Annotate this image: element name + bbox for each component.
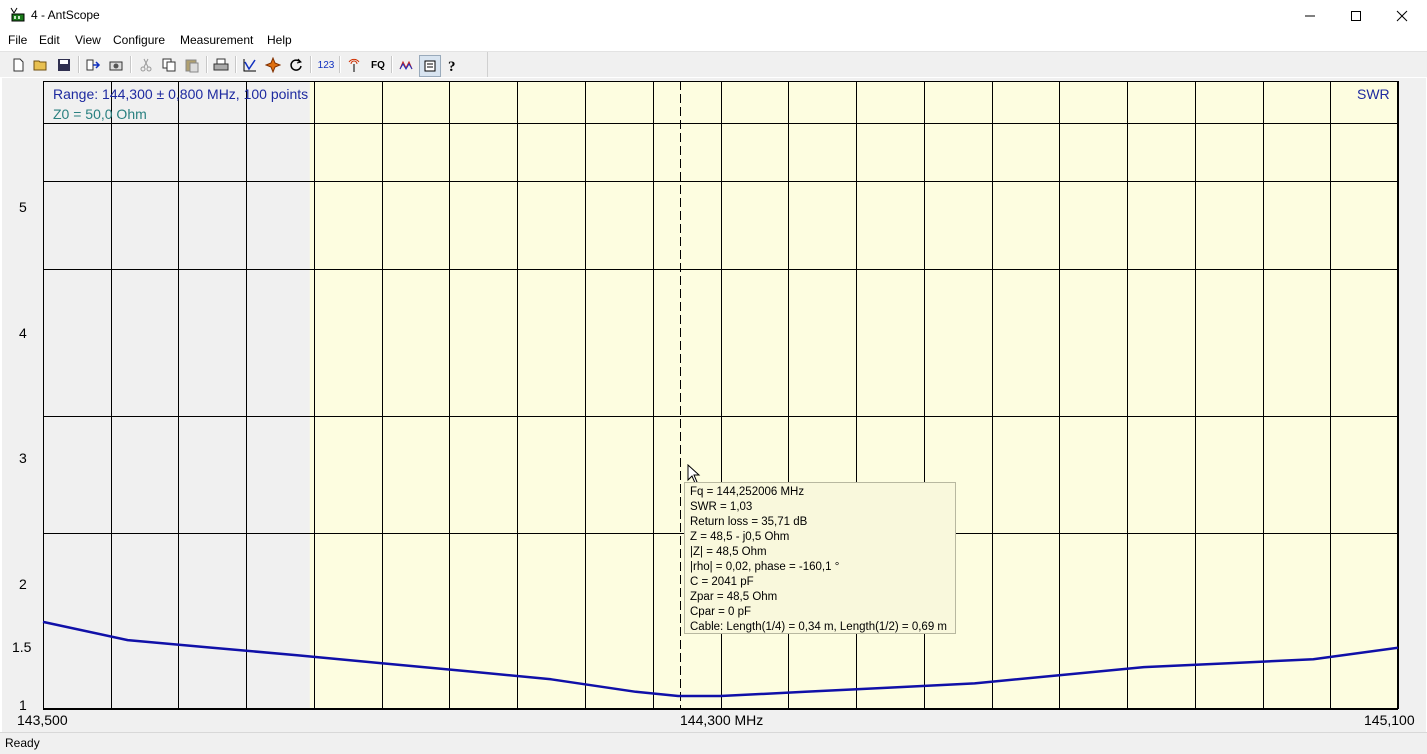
x-tick-label-center: 144,300 MHz [680, 712, 764, 728]
measurement-tooltip: Fq = 144,252006 MHz SWR = 1,03 Return lo… [684, 482, 956, 634]
paste-icon [185, 59, 199, 73]
y-tick-label: 1.5 [12, 639, 32, 655]
marker-icon [265, 57, 281, 73]
open-icon [33, 60, 47, 71]
menu-measurement[interactable]: Measurement [180, 33, 253, 47]
close-icon [1396, 10, 1408, 21]
smith-button[interactable] [396, 55, 416, 75]
new-button[interactable] [8, 55, 28, 75]
notes-icon [424, 60, 436, 72]
title-bar: 4 - AntScope [0, 0, 1427, 31]
fq-button[interactable]: FQ [367, 55, 389, 75]
menu-file[interactable]: File [8, 33, 27, 47]
y-tick-label: 1 [19, 697, 27, 713]
menu-edit[interactable]: Edit [39, 33, 60, 47]
export-icon [86, 59, 101, 71]
x-tick-label-right: 145,100 [1364, 712, 1415, 728]
cut-button[interactable] [136, 55, 156, 75]
graph-icon [243, 59, 256, 72]
y-tick-label: 4 [19, 325, 27, 341]
tooltip-swr: SWR = 1,03 [690, 501, 753, 513]
tooltip-frequency: Fq = 144,252006 MHz [690, 486, 805, 498]
close-button[interactable] [1379, 0, 1425, 31]
toolbar-separator [235, 56, 237, 73]
notes-button[interactable] [419, 55, 441, 77]
maximize-icon [1351, 10, 1361, 21]
print-button[interactable] [211, 55, 231, 75]
menu-configure[interactable]: Configure [113, 33, 165, 47]
menu-bar: File Edit View Configure Measurement Hel… [0, 31, 1427, 51]
tooltip-cable-length: Cable: Length(1/4) = 0,34 m, Length(1/2)… [690, 621, 947, 633]
svg-text:?: ? [448, 59, 456, 73]
new-icon [13, 58, 24, 72]
maximize-button[interactable] [1333, 0, 1379, 31]
status-bar: Ready [0, 732, 1427, 754]
status-text: Ready [5, 736, 40, 750]
toolbar-separator [391, 56, 393, 73]
smith-icon [399, 60, 413, 70]
snapshot-icon [109, 61, 123, 71]
cut-icon [140, 58, 152, 72]
x-tick-label-left: 143,500 [17, 712, 68, 728]
menu-help[interactable]: Help [267, 33, 292, 47]
tooltip-zpar: Zpar = 48,5 Ohm [690, 591, 778, 603]
z0-info: Z0 = 50,0 Ohm [53, 106, 147, 122]
toolbar-separator [130, 56, 132, 73]
tooltip-rho: |rho| = 0,02, phase = -160,1 ° [690, 561, 840, 573]
tooltip-capacitance: C = 2041 pF [690, 576, 754, 588]
tooltip-impedance: Z = 48,5 - j0,5 Ohm [690, 531, 790, 543]
range-info: Range: 144,300 ± 0,800 MHz, 100 points [53, 86, 309, 102]
toolbar-separator [339, 56, 341, 73]
save-button[interactable] [54, 55, 74, 75]
toolbar: 123 FQ ? [0, 51, 1427, 77]
help-icon: ? [448, 59, 456, 73]
tooltip-return-loss: Return loss = 35,71 dB [690, 516, 808, 528]
snapshot-button[interactable] [106, 55, 126, 75]
y-tick-label: 2 [19, 576, 27, 592]
help-button[interactable]: ? [442, 55, 462, 75]
antscope-app-icon [10, 7, 25, 22]
swr-mode-label: SWR [1357, 86, 1390, 102]
open-button[interactable] [31, 55, 51, 75]
marker-button[interactable] [263, 55, 283, 75]
print-icon [213, 58, 229, 71]
mouse-pointer-icon [687, 464, 701, 484]
numbers-button[interactable]: 123 [315, 55, 337, 75]
toolbar-empty-area [487, 52, 1427, 77]
menu-view[interactable]: View [75, 33, 101, 47]
copy-icon [162, 58, 176, 72]
refresh-button[interactable] [286, 55, 306, 75]
window-title: 4 - AntScope [31, 8, 100, 22]
toolbar-separator [206, 56, 208, 73]
y-tick-label: 5 [19, 199, 27, 215]
export-button[interactable] [83, 55, 103, 75]
y-tick-label: 3 [19, 450, 27, 466]
save-icon [58, 59, 70, 71]
tooltip-impedance-magnitude: |Z| = 48,5 Ohm [690, 546, 767, 558]
copy-button[interactable] [159, 55, 179, 75]
paste-button[interactable] [182, 55, 202, 75]
toolbar-separator [78, 56, 80, 73]
graph-button[interactable] [240, 55, 260, 75]
toolbar-separator [310, 56, 312, 73]
tooltip-cpar: Cpar = 0 pF [690, 606, 752, 618]
antenna-button[interactable] [344, 55, 364, 75]
minimize-icon [1305, 15, 1315, 16]
minimize-button[interactable] [1287, 0, 1333, 31]
antenna-icon [348, 58, 360, 72]
refresh-icon [290, 58, 302, 71]
